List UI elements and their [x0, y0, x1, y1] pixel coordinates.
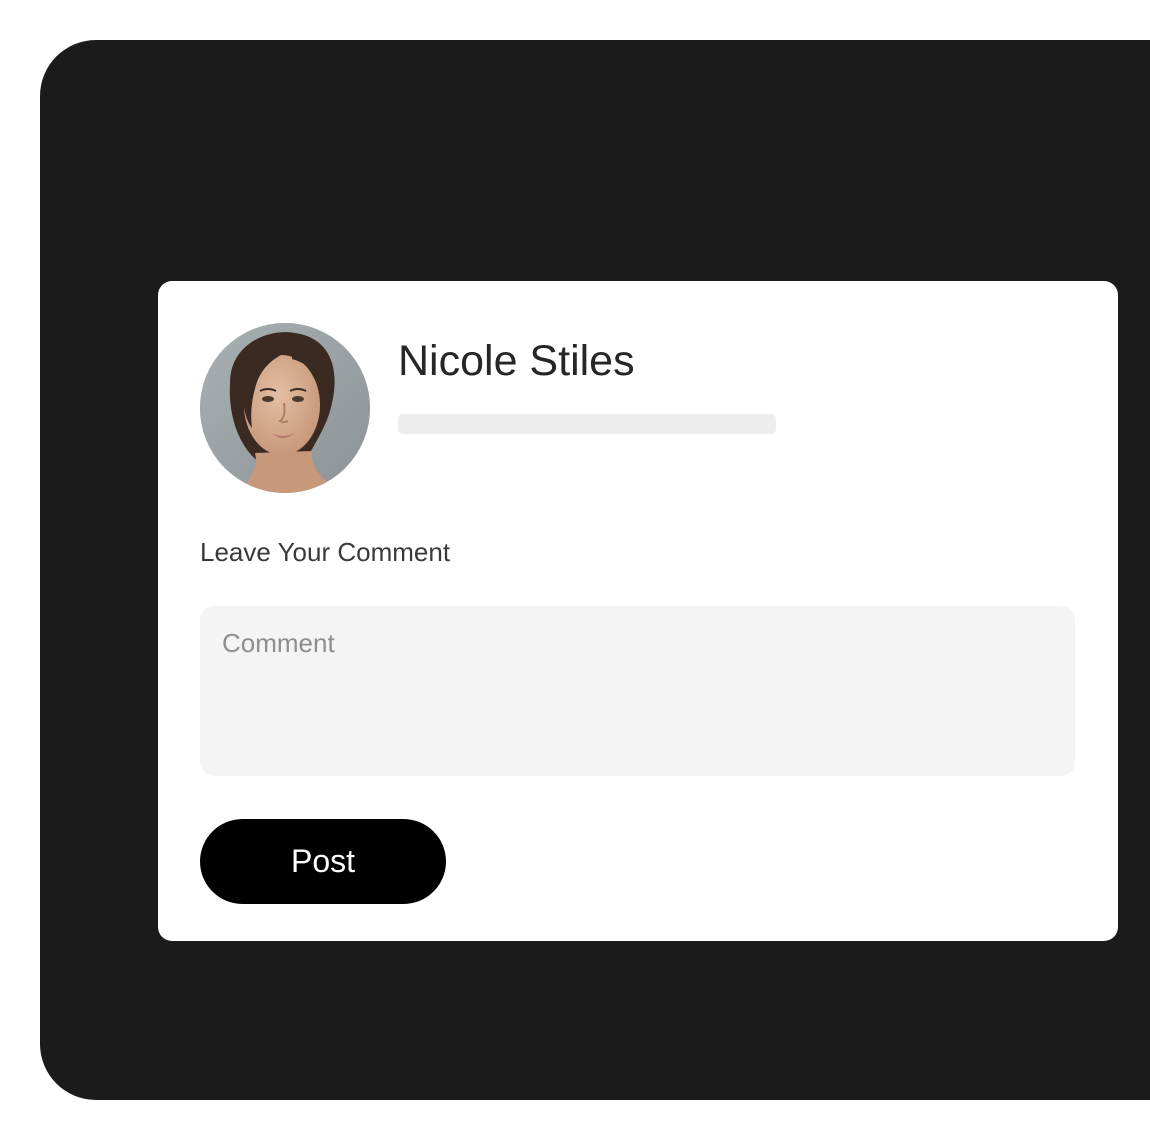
user-portrait-icon: [200, 323, 370, 493]
comment-input[interactable]: [222, 628, 1053, 754]
subtitle-placeholder-bar: [398, 414, 776, 434]
comment-card: Nicole Stiles Leave Your Comment Post: [158, 281, 1118, 941]
post-button[interactable]: Post: [200, 819, 446, 904]
comment-field[interactable]: [200, 606, 1075, 776]
background-panel: Nicole Stiles Leave Your Comment Post: [40, 40, 1150, 1100]
avatar: [200, 323, 370, 493]
user-name: Nicole Stiles: [398, 337, 635, 385]
comment-label: Leave Your Comment: [200, 537, 451, 567]
